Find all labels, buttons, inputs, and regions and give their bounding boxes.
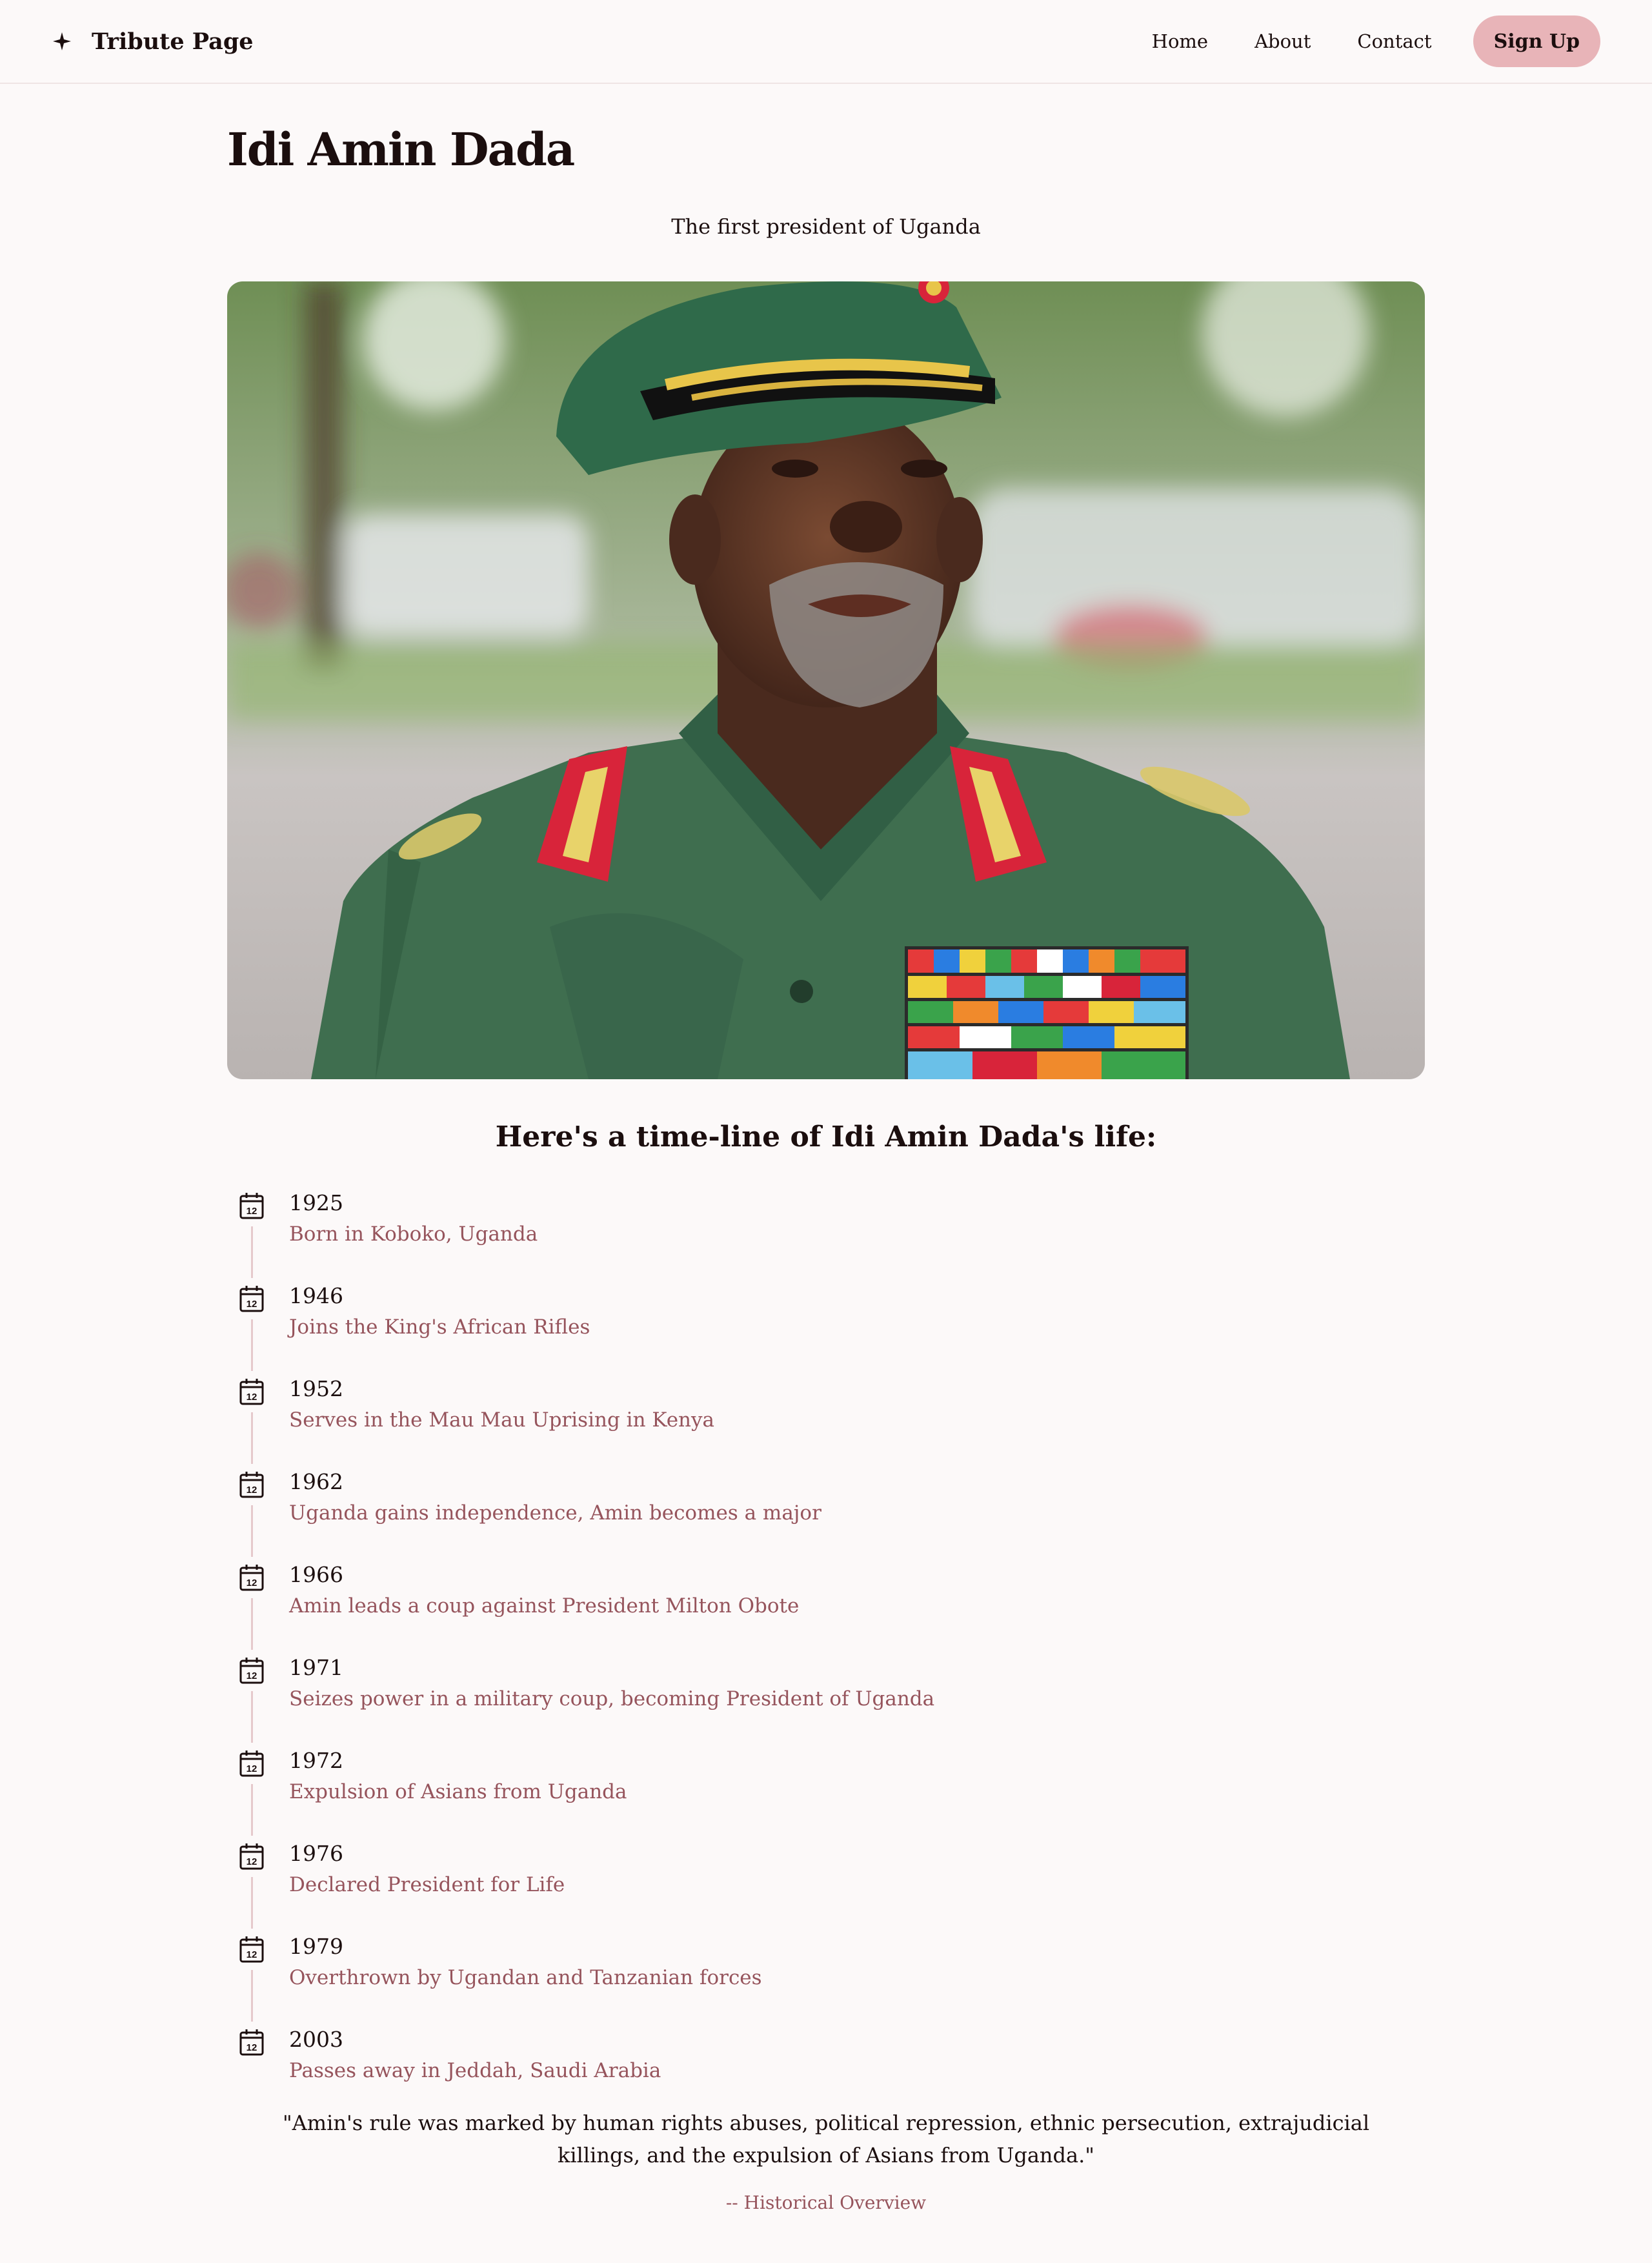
timeline-connector <box>251 1598 253 1650</box>
calendar-icon: 12 <box>239 1658 264 1684</box>
timeline-item: 12 1979 Overthrown by Ugandan and Tanzan… <box>227 1929 1425 2022</box>
timeline-description: Passes away in Jeddah, Saudi Arabia <box>289 2059 661 2082</box>
calendar-icon: 12 <box>239 1565 264 1591</box>
timeline-item: 12 1952 Serves in the Mau Mau Uprising i… <box>227 1371 1425 1464</box>
timeline-connector <box>251 1691 253 1743</box>
timeline-description: Seizes power in a military coup, becomin… <box>289 1687 935 1710</box>
calendar-icon: 12 <box>239 1379 264 1405</box>
timeline-description: Uganda gains independence, Amin becomes … <box>289 1501 821 1525</box>
calendar-icon: 12 <box>239 1472 264 1498</box>
calendar-icon: 12 <box>239 1936 264 1963</box>
calendar-icon: 12 <box>239 1751 264 1777</box>
svg-text:12: 12 <box>247 1299 257 1310</box>
timeline-year: 1946 <box>289 1283 343 1308</box>
timeline-year: 1976 <box>289 1841 343 1866</box>
timeline-year: 1962 <box>289 1469 343 1494</box>
timeline-connector <box>251 1505 253 1557</box>
timeline-item: 12 1971 Seizes power in a military coup,… <box>227 1650 1425 1743</box>
svg-text:12: 12 <box>247 2042 257 2053</box>
timeline-item: 12 1976 Declared President for Life <box>227 1836 1425 1929</box>
svg-text:12: 12 <box>247 1949 257 1960</box>
page-title: Idi Amin Dada <box>227 123 575 176</box>
timeline-item: 12 1962 Uganda gains independence, Amin … <box>227 1464 1425 1557</box>
svg-text:12: 12 <box>247 1670 257 1681</box>
timeline-year: 1925 <box>289 1190 343 1215</box>
timeline-list: 12 1925 Born in Koboko, Uganda 12 1946 J… <box>227 1185 1425 2115</box>
page-subtitle: The first president of Uganda <box>671 214 981 239</box>
timeline-description: Overthrown by Ugandan and Tanzanian forc… <box>289 1966 762 1989</box>
timeline-connector <box>251 1970 253 2022</box>
brand-title: Tribute Page <box>92 28 254 55</box>
timeline-connector <box>251 1319 253 1371</box>
timeline-item: 12 1925 Born in Koboko, Uganda <box>227 1185 1425 1278</box>
nav-link-about[interactable]: About <box>1254 30 1311 52</box>
hero-portrait-image <box>227 281 1425 1079</box>
svg-text:12: 12 <box>247 1392 257 1403</box>
calendar-icon: 12 <box>239 1843 264 1870</box>
svg-text:12: 12 <box>247 1485 257 1496</box>
timeline-year: 1966 <box>289 1562 343 1587</box>
timeline-description: Joins the King's African Rifles <box>289 1315 590 1339</box>
svg-text:12: 12 <box>247 1206 257 1217</box>
timeline-connector <box>251 1877 253 1929</box>
calendar-icon: 12 <box>239 1193 264 1219</box>
svg-text:12: 12 <box>247 1578 257 1588</box>
timeline-heading: Here's a time-line of Idi Amin Dada's li… <box>495 1121 1157 1153</box>
timeline-description: Serves in the Mau Mau Uprising in Kenya <box>289 1408 715 1432</box>
timeline-description: Born in Koboko, Uganda <box>289 1223 538 1246</box>
nav-link-contact[interactable]: Contact <box>1357 30 1431 52</box>
timeline-connector <box>251 1784 253 1836</box>
sparkle-icon <box>53 32 71 50</box>
timeline-year: 1972 <box>289 1748 343 1773</box>
quote-attribution: -- Historical Overview <box>725 2192 927 2213</box>
timeline-item: 12 1966 Amin leads a coup against Presid… <box>227 1557 1425 1650</box>
timeline-item: 12 1972 Expulsion of Asians from Uganda <box>227 1743 1425 1836</box>
sign-up-button[interactable]: Sign Up <box>1473 15 1600 67</box>
top-navbar: Tribute Page Home About Contact Sign Up <box>0 0 1652 84</box>
calendar-icon: 12 <box>239 2029 264 2056</box>
timeline-connector <box>251 1226 253 1278</box>
timeline-description: Declared President for Life <box>289 1873 565 1896</box>
timeline-year: 1971 <box>289 1655 343 1680</box>
timeline-year: 1952 <box>289 1376 343 1401</box>
svg-text:12: 12 <box>247 1856 257 1867</box>
timeline-year: 1979 <box>289 1934 343 1959</box>
timeline-item: 12 2003 Passes away in Jeddah, Saudi Ara… <box>227 2022 1425 2115</box>
timeline-description: Amin leads a coup against President Milt… <box>289 1594 800 1618</box>
timeline-connector <box>251 1412 253 1464</box>
timeline-year: 2003 <box>289 2027 343 2052</box>
timeline-item: 12 1946 Joins the King's African Rifles <box>227 1278 1425 1371</box>
nav-link-home[interactable]: Home <box>1152 30 1208 52</box>
calendar-icon: 12 <box>239 1286 264 1312</box>
svg-text:12: 12 <box>247 1763 257 1774</box>
historical-quote: "Amin's rule was marked by human rights … <box>282 2111 1370 2167</box>
brand[interactable]: Tribute Page <box>52 23 254 59</box>
timeline-description: Expulsion of Asians from Uganda <box>289 1780 627 1803</box>
nav-menu: Home About Contact Sign Up <box>1152 15 1600 67</box>
